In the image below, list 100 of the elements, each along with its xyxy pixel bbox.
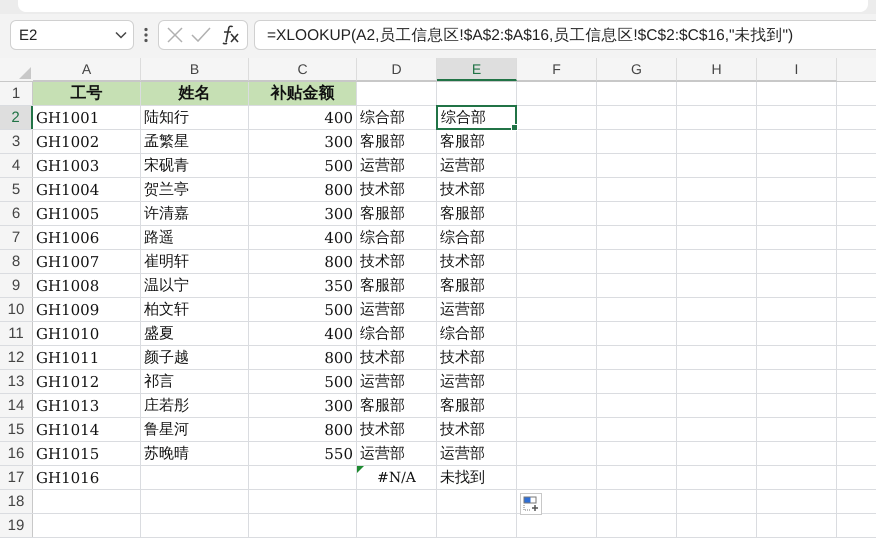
table-cell-text: GH1010	[35, 324, 100, 344]
table-cell-text: 庄若彤	[143, 395, 190, 416]
table-cell-text: 客服部	[359, 275, 406, 296]
table-cell-text: 技术部	[359, 179, 406, 200]
table-cell-text: GH1001	[35, 108, 100, 128]
table-cell-text: 综合部	[359, 227, 406, 248]
table-cell-text: 运营部	[359, 443, 406, 464]
row-header[interactable]: 13	[0, 370, 33, 393]
column-header[interactable]: H	[677, 58, 757, 81]
table-cell-text: 500	[323, 372, 354, 392]
row-header[interactable]: 10	[0, 298, 33, 321]
table-cell-text: 技术部	[359, 347, 406, 368]
table-cell-text: 运营部	[439, 443, 486, 464]
column-header[interactable]: A	[33, 58, 141, 81]
table-cell-text: 祁言	[143, 371, 175, 392]
table-cell-text: 运营部	[439, 299, 486, 320]
table-cell-text: 客服部	[439, 131, 486, 152]
table-cell-text: GH1015	[35, 444, 100, 464]
table-cell-text: 综合部	[359, 323, 406, 344]
table-cell-text: 技术部	[359, 251, 406, 272]
table-cell-text: 800	[323, 180, 354, 200]
row-header[interactable]: 18	[0, 490, 33, 513]
table-cell-text: 350	[323, 276, 354, 296]
column-header[interactable]: D	[357, 58, 437, 81]
name-box[interactable]: E2	[10, 20, 134, 50]
table-cell-text: GH1009	[35, 300, 100, 320]
table-cell-text: 客服部	[359, 395, 406, 416]
table-cell-text: GH1016	[35, 468, 100, 488]
row-header[interactable]: 9	[0, 274, 33, 297]
column-header[interactable]: G	[597, 58, 677, 81]
row-header[interactable]: 14	[0, 394, 33, 417]
column-header[interactable]: I	[757, 58, 837, 81]
formula-field[interactable]: =XLOOKUP(A2,员工信息区!$A$2:$A$16,员工信息区!$C$2:$C$16,"未找到")	[254, 20, 876, 50]
table-cell-text: 许清嘉	[143, 203, 190, 224]
table-cell-text: 鲁星河	[143, 419, 190, 440]
table-cell-text: 800	[323, 252, 354, 272]
row-header[interactable]: 12	[0, 346, 33, 369]
table-cell-text: GH1013	[35, 396, 100, 416]
row-header[interactable]: 8	[0, 250, 33, 273]
column-header[interactable]: B	[141, 58, 249, 81]
table-cell-text: 500	[323, 300, 354, 320]
row-header[interactable]: 4	[0, 154, 33, 177]
table-cell-text: 客服部	[359, 203, 406, 224]
table-cell-text: 550	[323, 444, 354, 464]
table-cell-text: 贺兰亭	[143, 179, 190, 200]
row-header[interactable]: 11	[0, 322, 33, 345]
row-header[interactable]: 2	[0, 106, 33, 129]
table-cell-text: GH1011	[35, 348, 100, 368]
table-cell-text: 颜子越	[143, 347, 190, 368]
table-cell-text: 400	[323, 228, 354, 248]
column-header[interactable]: F	[517, 58, 597, 81]
table-cell-text: GH1008	[35, 276, 100, 296]
row-header[interactable]: 5	[0, 178, 33, 201]
row-header[interactable]: 15	[0, 418, 33, 441]
column-header[interactable]: E	[437, 58, 517, 81]
row-header[interactable]: 7	[0, 226, 33, 249]
table-cell-text: 客服部	[359, 131, 406, 152]
table-cell: 姓名	[141, 82, 248, 105]
table-cell-text: 300	[323, 396, 354, 416]
table-cell: 补贴金额	[249, 82, 356, 105]
table-cell-text: 孟繁星	[143, 131, 190, 152]
table-cell-text: 技术部	[439, 179, 486, 200]
row-header[interactable]: 19	[0, 514, 33, 537]
table-cell-text: 运营部	[439, 371, 486, 392]
table-cell-text: 500	[323, 156, 354, 176]
table-cell-text: 400	[323, 108, 354, 128]
table-cell-text: 客服部	[439, 203, 486, 224]
column-header[interactable]: C	[249, 58, 357, 81]
table-cell-text: GH1005	[35, 204, 100, 224]
table-cell-text: 400	[323, 324, 354, 344]
table-cell-text: 技术部	[439, 419, 486, 440]
table-cell-text: 温以宁	[143, 275, 190, 296]
row-header[interactable]: 6	[0, 202, 33, 225]
table-cell-text: GH1006	[35, 228, 100, 248]
table-cell-text: 陆知行	[143, 107, 190, 128]
table-cell-text: 300	[323, 204, 354, 224]
table-cell-text: 宋砚青	[143, 155, 190, 176]
table-cell-text: 800	[323, 420, 354, 440]
row-header[interactable]: 3	[0, 130, 33, 153]
table-cell-text: GH1002	[35, 132, 100, 152]
table-cell-text: 综合部	[439, 323, 486, 344]
table-cell-text: 未找到	[439, 467, 486, 488]
table-cell: 综合部	[436, 105, 517, 130]
table-cell-text: 技术部	[359, 419, 406, 440]
table-cell-text: 路遥	[143, 227, 175, 248]
table-cell: #N/A	[357, 466, 436, 489]
table-cell-text: 300	[323, 132, 354, 152]
row-header[interactable]: 17	[0, 466, 33, 489]
table-cell-text: GH1014	[35, 420, 100, 440]
table-cell: 工号	[33, 82, 140, 105]
row-header[interactable]: 1	[0, 82, 33, 105]
table-cell-text: 客服部	[439, 395, 486, 416]
table-cell-text: 运营部	[359, 299, 406, 320]
table-cell-text: 崔明轩	[143, 251, 190, 272]
table-cell-text: GH1012	[35, 372, 100, 392]
table-cell-text: GH1007	[35, 252, 100, 272]
table-cell-text: 运营部	[359, 371, 406, 392]
table-cell-text: GH1003	[35, 156, 100, 176]
table-cell-text: 运营部	[439, 155, 486, 176]
row-header[interactable]: 16	[0, 442, 33, 465]
